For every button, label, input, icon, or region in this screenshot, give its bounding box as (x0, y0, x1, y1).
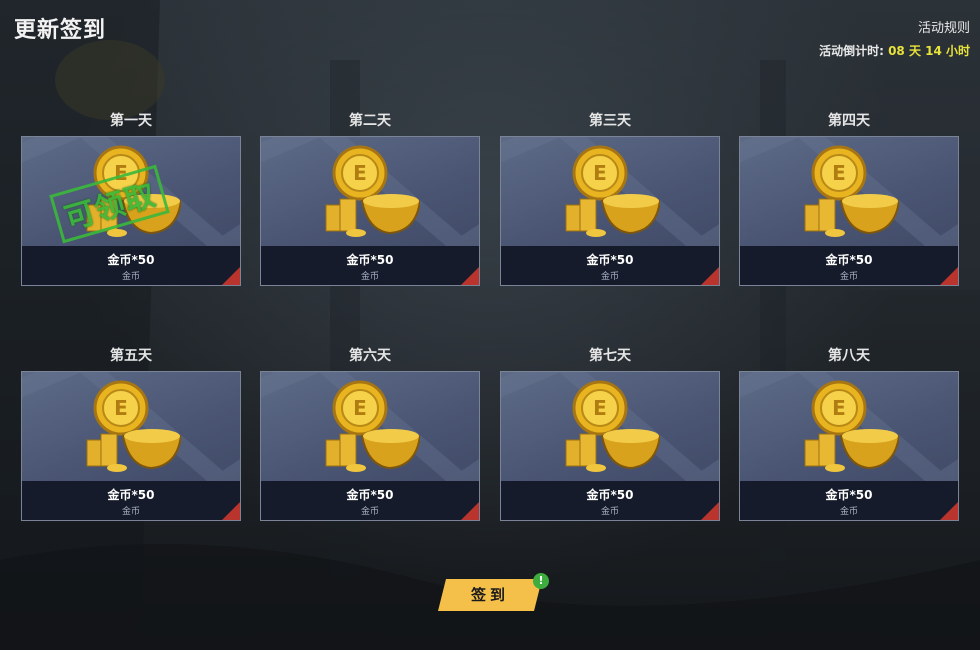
reward-type: 金币 (839, 272, 858, 282)
reward-name: 金币*50 (825, 253, 873, 267)
reward-card[interactable]: E 金币*50 金币 (260, 371, 480, 521)
svg-text:E: E (353, 396, 367, 420)
day-label: 第五天 (110, 348, 152, 364)
gold-coins-bowl-icon: E (325, 380, 420, 472)
rarity-corner (461, 267, 479, 285)
day-label: 第八天 (828, 348, 870, 364)
reward-type: 金币 (839, 507, 858, 517)
reward-card[interactable]: E 金币*50 金币 (500, 136, 720, 286)
reward-name: 金币*50 (107, 253, 155, 267)
activity-rules-link[interactable]: 活动规则 (918, 17, 970, 36)
reward-type: 金币 (360, 272, 379, 282)
reward-info: 金币*50 金币 (261, 246, 479, 285)
svg-text:E: E (593, 161, 607, 185)
countdown: 活动倒计时: 08 天 14 小时 (819, 42, 970, 59)
gold-coins-bowl-icon: E (565, 380, 660, 472)
reward-info: 金币*50 金币 (261, 481, 479, 520)
reward-name: 金币*50 (107, 488, 155, 502)
gold-coins-bowl-icon: E (565, 145, 660, 237)
rarity-corner (701, 267, 719, 285)
rarity-corner (940, 502, 958, 520)
day-label: 第二天 (349, 113, 391, 129)
svg-text:E: E (114, 396, 128, 420)
rarity-corner (701, 502, 719, 520)
gold-coins-bowl-icon: E (804, 380, 899, 472)
reward-type: 金币 (360, 507, 379, 517)
countdown-value: 08 天 14 小时 (888, 44, 970, 58)
reward-name: 金币*50 (586, 488, 634, 502)
gold-coins-bowl-icon: E (86, 380, 181, 472)
rarity-corner (222, 502, 240, 520)
reward-name: 金币*50 (346, 488, 394, 502)
gold-coins-bowl-icon: E (325, 145, 420, 237)
reward-type: 金币 (600, 272, 619, 282)
reward-type: 金币 (121, 507, 140, 517)
reward-info: 金币*50 金币 (501, 246, 719, 285)
svg-text:E: E (832, 161, 846, 185)
reward-card[interactable]: E 金币*50 金币 (260, 136, 480, 286)
countdown-label: 活动倒计时: (819, 44, 889, 58)
reward-info: 金币*50 金币 (22, 246, 240, 285)
gold-coins-bowl-icon: E (804, 145, 899, 237)
day-label: 第三天 (589, 113, 631, 129)
svg-text:E: E (593, 396, 607, 420)
notification-badge-icon: ! (533, 573, 549, 589)
reward-name: 金币*50 (825, 488, 873, 502)
day-label: 第一天 (110, 113, 152, 129)
reward-type: 金币 (600, 507, 619, 517)
reward-info: 金币*50 金币 (740, 246, 958, 285)
reward-card[interactable]: E 可领取 金币*50 金币 (21, 136, 241, 286)
reward-card[interactable]: E 金币*50 金币 (500, 371, 720, 521)
rarity-corner (222, 267, 240, 285)
reward-info: 金币*50 金币 (740, 481, 958, 520)
reward-name: 金币*50 (346, 253, 394, 267)
day-label: 第四天 (828, 113, 870, 129)
page-title: 更新签到 (14, 18, 107, 43)
reward-type: 金币 (121, 272, 140, 282)
day-label: 第六天 (349, 348, 391, 364)
reward-card[interactable]: E 金币*50 金币 (739, 371, 959, 521)
signin-button[interactable]: 签到 (438, 579, 542, 611)
day-label: 第七天 (589, 348, 631, 364)
background-scene (0, 0, 980, 650)
reward-card[interactable]: E 金币*50 金币 (21, 371, 241, 521)
reward-card[interactable]: E 金币*50 金币 (739, 136, 959, 286)
rarity-corner (461, 502, 479, 520)
svg-text:E: E (832, 396, 846, 420)
rarity-corner (940, 267, 958, 285)
reward-info: 金币*50 金币 (22, 481, 240, 520)
reward-name: 金币*50 (586, 253, 634, 267)
svg-text:E: E (353, 161, 367, 185)
reward-info: 金币*50 金币 (501, 481, 719, 520)
